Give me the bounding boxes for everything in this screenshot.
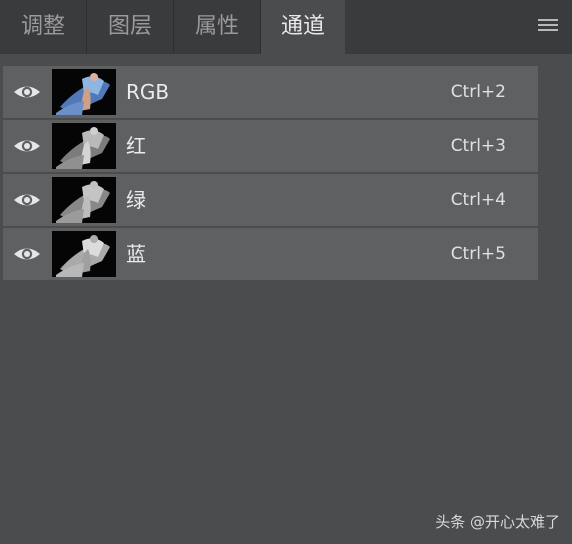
channel-thumbnail-red (52, 123, 116, 169)
channel-thumbnail-rgb (52, 69, 116, 115)
channel-shortcut: Ctrl+5 (450, 244, 506, 264)
watermark-text: 头条 @开心太难了 (435, 513, 560, 531)
channel-row-rgb[interactable]: RGB Ctrl+2 (3, 66, 538, 120)
channel-name: 蓝 (126, 242, 146, 266)
channel-shortcut: Ctrl+2 (450, 82, 506, 102)
channel-name: 绿 (126, 188, 146, 212)
channel-row-red[interactable]: 红 Ctrl+3 (3, 120, 538, 174)
channel-name: RGB (126, 80, 170, 104)
channel-row-blue[interactable]: 蓝 Ctrl+5 (3, 228, 538, 282)
eye-visibility-icon[interactable] (13, 136, 41, 156)
tab-properties[interactable]: 属性 (174, 0, 261, 54)
eye-visibility-icon[interactable] (13, 244, 41, 264)
tab-adjustments[interactable]: 调整 (0, 0, 87, 54)
tab-layers[interactable]: 图层 (87, 0, 174, 54)
hamburger-menu-icon[interactable] (538, 19, 558, 35)
eye-visibility-icon[interactable] (13, 190, 41, 210)
tab-channels[interactable]: 通道 (261, 0, 345, 56)
channel-thumbnail-blue (52, 231, 116, 277)
panel-tab-bar: 调整 图层 属性 通道 (0, 0, 572, 56)
channel-shortcut: Ctrl+3 (450, 136, 506, 156)
channel-name: 红 (126, 134, 146, 158)
channel-row-green[interactable]: 绿 Ctrl+4 (3, 174, 538, 228)
channel-list: RGB Ctrl+2 红 Ctrl+3 绿 Ctrl+4 蓝 Ctrl+5 (3, 66, 538, 282)
channel-thumbnail-green (52, 177, 116, 223)
channel-shortcut: Ctrl+4 (450, 190, 506, 210)
eye-visibility-icon[interactable] (13, 82, 41, 102)
